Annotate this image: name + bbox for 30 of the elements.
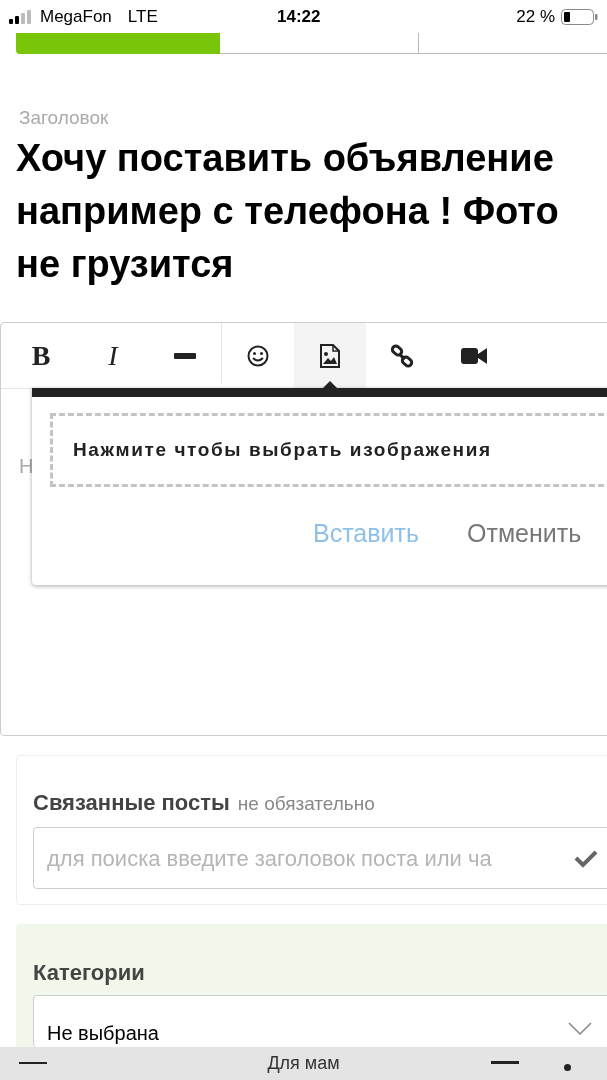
- check-icon: [574, 850, 598, 868]
- optional-hint: не обязательно: [237, 792, 375, 816]
- placeholder-text: для поиска введите заголовок поста или ча: [47, 844, 492, 873]
- carrier-name: MegaFon: [40, 5, 112, 28]
- select-value: Не выбрана: [47, 1021, 159, 1046]
- editor-box[interactable]: B I Н Нажмите чтобы выбрать изображения Вставить Отменить: [0, 322, 607, 736]
- image-upload-area[interactable]: Нажмите чтобы выбрать изображения: [50, 413, 607, 487]
- title-text[interactable]: Хочу поставить объявление например с телефона ! Фото не грузится: [16, 132, 606, 291]
- network-type: LTE: [127, 5, 158, 28]
- smiley-icon: [247, 344, 269, 367]
- category-select[interactable]: Не выбрана: [33, 995, 607, 1047]
- clock: 14:22: [277, 5, 321, 28]
- field-label: Заголовок: [19, 106, 110, 130]
- cancel-button[interactable]: Отменить: [467, 515, 582, 553]
- image-file-icon: [320, 343, 340, 368]
- bold-button[interactable]: B: [5, 322, 77, 389]
- image-button[interactable]: [294, 322, 366, 389]
- chain-link-icon: [390, 343, 414, 368]
- section-heading: Категории: [33, 959, 145, 987]
- dash-icon: [491, 1061, 519, 1064]
- section-heading: Связанные посты: [33, 789, 230, 817]
- battery-icon: [561, 8, 598, 25]
- editor-placeholder: Н: [19, 454, 34, 479]
- dash-icon: [19, 1062, 47, 1064]
- battery-percent: 22 %: [516, 5, 555, 28]
- hr-icon: [174, 352, 196, 359]
- page-title: Для мам: [267, 1052, 340, 1075]
- chevron-down-icon: [568, 1022, 592, 1036]
- video-camera-icon: [461, 346, 487, 365]
- italic-button[interactable]: I: [77, 322, 149, 389]
